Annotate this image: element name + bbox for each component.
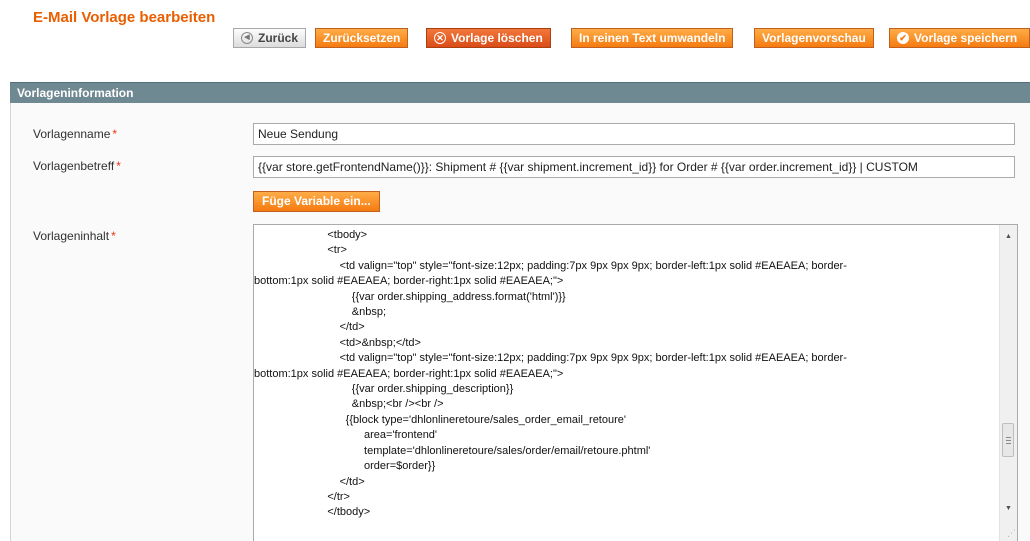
code-line: &nbsp;<br /><br /> <box>254 398 444 411</box>
scroll-up-arrow-icon[interactable]: ▲ <box>1000 229 1017 245</box>
template-name-label-text: Vorlagenname <box>33 127 111 141</box>
reset-button[interactable]: Zurücksetzen <box>315 28 409 48</box>
code-line: </td> <box>254 321 365 334</box>
code-line: <tbody> <box>254 229 368 241</box>
code-line: area='frontend' <box>254 429 438 442</box>
save-button-label: Vorlage speichern <box>914 31 1018 45</box>
back-button[interactable]: ◀ Zurück <box>233 28 307 48</box>
delete-x-icon: ✕ <box>434 32 446 44</box>
preview-button-label: Vorlagenvorschau <box>762 31 866 45</box>
template-content-label-text: Vorlageninhalt <box>33 229 110 243</box>
code-line: </tr> <box>254 490 350 503</box>
template-subject-label-text: Vorlagenbetreff <box>33 159 115 173</box>
required-asterisk: * <box>111 229 116 243</box>
save-template-button[interactable]: ✔ Vorlage speichern <box>889 28 1030 48</box>
checkmark-icon: ✔ <box>897 32 909 44</box>
template-name-input[interactable]: Neue Sendung <box>253 123 1015 145</box>
code-line: <td valign="top" style="font-size:12px; … <box>254 352 847 365</box>
scrollbar-thumb[interactable] <box>1002 423 1014 457</box>
code-line: {{var order.shipping_address.format('htm… <box>254 290 566 303</box>
code-line: {{block type='dhlonlineretoure/sales_ord… <box>254 413 626 426</box>
scroll-down-arrow-icon[interactable]: ▼ <box>1000 501 1017 517</box>
required-asterisk: * <box>112 127 118 141</box>
template-content-label: Vorlageninhalt * <box>33 229 116 243</box>
section-header: Vorlageninformation <box>10 82 1030 103</box>
template-name-label: Vorlagenname * <box>33 127 117 141</box>
page-title: E-Mail Vorlage bearbeiten <box>33 9 216 26</box>
code-line: template='dhlonlineretoure/sales/order/e… <box>254 444 651 457</box>
template-content-textarea[interactable]: <tbody> <tr> <td valign="top" style="fon… <box>253 224 1018 541</box>
vertical-scrollbar[interactable]: ▲ ▼ <box>999 225 1017 541</box>
insert-variable-button[interactable]: Füge Variable ein... <box>253 191 380 212</box>
required-asterisk: * <box>116 159 121 173</box>
template-content-text: <tbody> <tr> <td valign="top" style="fon… <box>254 228 996 521</box>
code-line: </tbody> <box>254 506 371 519</box>
convert-plain-text-button[interactable]: In reinen Text umwandeln <box>571 28 734 48</box>
code-line: <tr> <box>254 244 347 257</box>
code-line: <td valign="top" style="font-size:12px; … <box>254 259 847 272</box>
code-line: </td> <box>254 475 365 488</box>
back-button-label: Zurück <box>258 31 299 45</box>
back-arrow-icon: ◀ <box>241 32 253 44</box>
code-line: &nbsp; <box>254 306 387 319</box>
convert-button-label: In reinen Text umwandeln <box>579 31 726 45</box>
delete-template-button[interactable]: ✕ Vorlage löschen <box>426 28 551 48</box>
reset-button-label: Zurücksetzen <box>323 31 401 45</box>
template-subject-label: Vorlagenbetreff * <box>33 159 121 173</box>
code-line: bottom:1px solid #EAEAEA; border-right:1… <box>254 367 564 380</box>
resize-grip-icon[interactable]: ⋰ <box>1007 528 1016 539</box>
code-line: order=$order}} <box>254 460 436 473</box>
template-subject-input[interactable]: {{var store.getFrontendName()}}: Shipmen… <box>253 156 1015 178</box>
code-line: <td>&nbsp;</td> <box>254 336 421 349</box>
code-line: bottom:1px solid #EAEAEA; border-right:1… <box>254 275 564 288</box>
delete-button-label: Vorlage löschen <box>451 31 543 45</box>
code-line: {{var order.shipping_description}} <box>254 383 514 396</box>
preview-template-button[interactable]: Vorlagenvorschau <box>754 28 874 48</box>
